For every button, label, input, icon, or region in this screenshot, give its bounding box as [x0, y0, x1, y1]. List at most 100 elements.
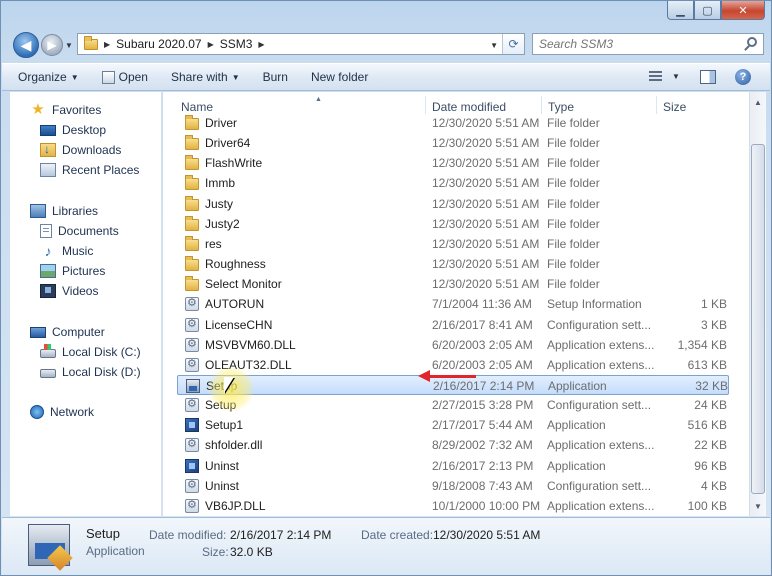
file-date-cell: 6/20/2003 2:05 AM	[432, 357, 533, 372]
file-name-cell: MSVBVM60.DLL	[185, 335, 425, 355]
file-name-cell: Justy2	[185, 214, 425, 234]
file-name: LicenseCHN	[205, 317, 273, 332]
refresh-button[interactable]: ⟳	[502, 34, 524, 54]
file-row[interactable]: Uninst 9/18/2008 7:43 AM Configuration set…	[177, 476, 729, 496]
preview-pane-icon[interactable]	[700, 70, 716, 84]
minimize-button[interactable]: ▁	[667, 1, 694, 20]
file-row[interactable]: Justy 12/30/2020 5:51 AM File folder	[177, 194, 729, 214]
details-created-value: 12/30/2020 5:51 AM	[433, 528, 541, 542]
file-size-cell	[655, 274, 727, 294]
breadcrumb-separator-icon[interactable]: ▶	[258, 40, 264, 49]
details-created-label: Date created:	[361, 528, 434, 542]
folder-icon	[185, 276, 199, 292]
nav-videos[interactable]: Videos	[40, 281, 98, 301]
breadcrumb-ssm3[interactable]: SSM3	[220, 37, 253, 51]
open-icon	[101, 70, 115, 84]
file-name: Justy	[205, 196, 234, 211]
nav-downloads[interactable]: Downloads	[40, 140, 121, 160]
forward-button[interactable]: ▶	[41, 34, 63, 56]
file-row[interactable]: AUTORUN 7/1/2004 11:36 AM Setup Informatio…	[177, 294, 729, 314]
file-row[interactable]: Setup2/27/2015 3:28 PMConfiguration sett…	[177, 395, 729, 415]
file-size-cell: 4 KB	[700, 478, 727, 493]
file-row[interactable]: OLEAUT32.DLL6/20/2003 2:05 AMApplication…	[177, 355, 729, 375]
address-bar[interactable]: ▶ Subaru 2020.07 ▶ SSM3 ▶ ▼ ⟳	[77, 33, 525, 55]
column-divider[interactable]	[541, 96, 542, 114]
nav-computer[interactable]: Computer	[30, 322, 105, 342]
nav-downloads-label: Downloads	[62, 143, 122, 157]
folder-icon	[185, 256, 199, 272]
file-row[interactable]: FlashWrite 12/30/2020 5:51 AM File folder	[177, 153, 729, 173]
column-divider[interactable]	[425, 96, 426, 114]
breadcrumb-separator-icon[interactable]: ▶	[104, 40, 110, 49]
file-row[interactable]: Driver64 12/30/2020 5:51 AM File folder	[177, 133, 729, 153]
nav-desktop[interactable]: Desktop	[40, 120, 106, 140]
scrollbar-thumb[interactable]	[751, 144, 765, 494]
column-divider[interactable]	[656, 96, 657, 114]
search-icon[interactable]	[747, 37, 757, 47]
burn-button[interactable]: Burn	[263, 70, 288, 84]
file-row[interactable]: shfolder.dll 8/29/2002 7:32 AM Application…	[177, 435, 729, 455]
change-view-icon[interactable]	[649, 71, 662, 83]
scroll-down-icon[interactable]: ▼	[750, 498, 766, 514]
nav-network[interactable]: Network	[30, 402, 94, 422]
file-date-cell: 12/30/2020 5:51 AM	[432, 176, 540, 191]
vertical-scrollbar[interactable]: ▲ ▼	[749, 92, 766, 516]
file-row[interactable]: res 12/30/2020 5:51 AM File folder	[177, 234, 729, 254]
file-row[interactable]: Immb 12/30/2020 5:51 AM File folder	[177, 173, 729, 193]
search-input[interactable]	[539, 37, 739, 51]
file-row[interactable]: Driver 12/30/2020 5:51 AM File folder	[177, 113, 729, 133]
details-file-name: Setup	[86, 526, 120, 541]
nav-local-disk-d[interactable]: Local Disk (D:)	[40, 362, 141, 382]
close-button[interactable]: ✕	[721, 1, 765, 20]
scroll-up-icon[interactable]: ▲	[750, 94, 766, 110]
nav-local-disk-c[interactable]: Local Disk (C:)	[40, 342, 141, 362]
file-size-cell	[655, 234, 727, 254]
file-name: MSVBVM60.DLL	[205, 337, 296, 352]
new-folder-button[interactable]: New folder	[311, 70, 368, 84]
nav-desktop-label: Desktop	[62, 123, 107, 137]
organize-button[interactable]: Organize ▼	[18, 70, 79, 84]
breadcrumb-separator-icon[interactable]: ▶	[208, 40, 214, 49]
file-date-cell: 10/1/2000 10:00 PM	[432, 498, 541, 513]
file-type-cell: File folder	[547, 156, 600, 171]
nav-recent-places[interactable]: Recent Places	[40, 160, 139, 180]
nav-favorites[interactable]: ★ Favorites	[30, 100, 101, 120]
search-box[interactable]	[532, 33, 764, 55]
maximize-button[interactable]: ▢	[694, 1, 721, 20]
file-row[interactable]: VB6JP.DLL 10/1/2000 10:00 PM Application e…	[177, 496, 729, 516]
file-row[interactable]: Select Monitor 12/30/2020 5:51 AM File fol…	[177, 274, 729, 294]
file-row[interactable]: Uninst 2/16/2017 2:13 PM Application 96 KB	[177, 456, 729, 476]
file-type-cell: Application extens...	[547, 337, 655, 352]
file-row[interactable]: Justy2 12/30/2020 5:51 AM File folder	[177, 214, 729, 234]
nav-libraries[interactable]: Libraries	[30, 201, 98, 221]
share-with-button[interactable]: Share with ▼	[171, 70, 240, 84]
file-type-cell: File folder	[547, 196, 600, 211]
file-name: Justy2	[205, 216, 240, 231]
help-icon[interactable]: ?	[735, 69, 751, 85]
nav-pictures-label: Pictures	[62, 264, 106, 278]
file-date-cell: 2/17/2017 5:44 AM	[432, 418, 533, 433]
recent-pages-dropdown[interactable]: ▼	[65, 41, 73, 50]
file-size-cell: 32 KB	[695, 378, 728, 393]
folder-icon	[185, 215, 199, 231]
desktop-icon	[40, 124, 56, 136]
file-date-cell: 2/16/2017 8:41 AM	[432, 317, 533, 332]
file-size-cell: 96 KB	[694, 458, 727, 473]
open-button[interactable]: Open	[101, 70, 148, 84]
file-row[interactable]: Setup1 2/17/2017 5:44 AM Application 516 KB	[177, 415, 729, 435]
file-row[interactable]: MSVBVM60.DLL 6/20/2003 2:05 AM Application…	[177, 335, 729, 355]
nav-music[interactable]: ♪ Music	[40, 241, 94, 261]
back-button[interactable]: ◀	[13, 32, 39, 58]
breadcrumb-subaru[interactable]: Subaru 2020.07	[116, 37, 201, 51]
file-type-cell: Application extens...	[547, 498, 655, 513]
sort-ascending-icon: ▲	[315, 96, 322, 103]
file-row[interactable]: Roughness 12/30/2020 5:51 AM File folder	[177, 254, 729, 274]
nav-recent-places-label: Recent Places	[62, 163, 140, 177]
view-options-dropdown-icon[interactable]: ▼	[672, 72, 680, 81]
nav-pictures[interactable]: Pictures	[40, 261, 105, 281]
file-row[interactable]: LicenseCHN 2/16/2017 8:41 AM Configuration…	[177, 315, 729, 335]
nav-computer-label: Computer	[52, 325, 105, 339]
address-dropdown-icon[interactable]: ▼	[490, 41, 498, 50]
nav-documents[interactable]: Documents	[40, 221, 119, 241]
computer-icon	[30, 326, 46, 338]
